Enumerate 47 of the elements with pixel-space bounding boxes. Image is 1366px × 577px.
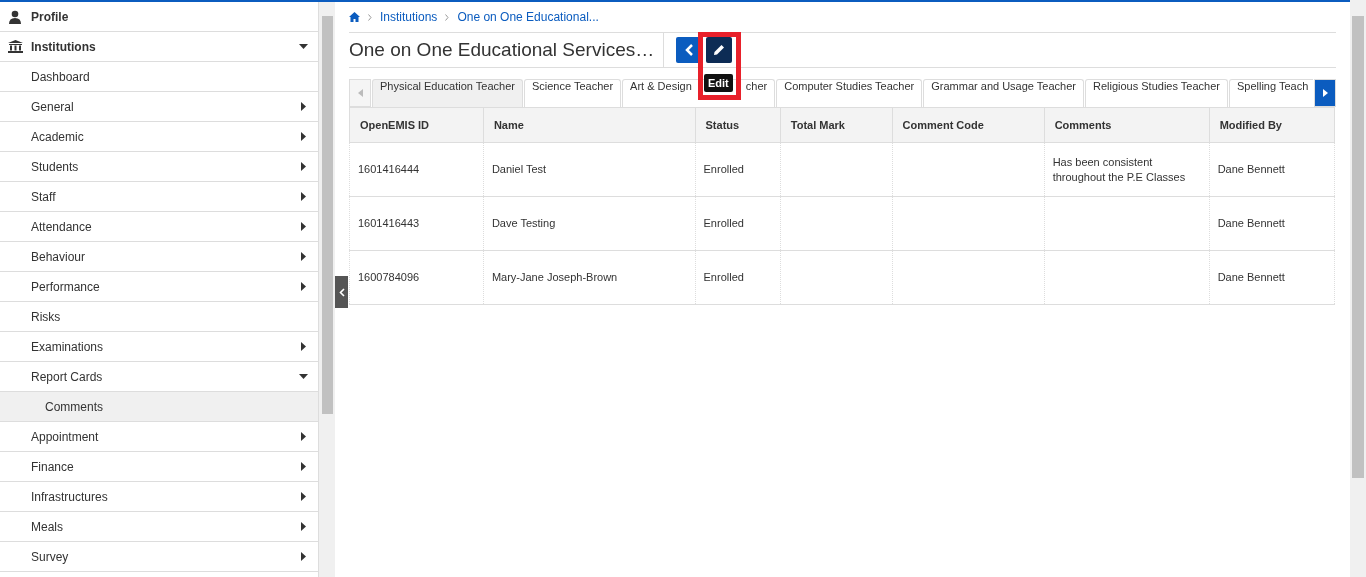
tab[interactable]: Physical Education Teacher bbox=[372, 79, 523, 107]
tab[interactable]: Spelling Teach bbox=[1228, 79, 1313, 107]
tooltip: Edit bbox=[704, 74, 733, 92]
column-header: Total Mark bbox=[780, 107, 893, 143]
table-cell: Mary-Jane Joseph-Brown bbox=[491, 271, 618, 283]
home-icon[interactable] bbox=[349, 12, 360, 22]
breadcrumb-link[interactable]: Institutions bbox=[380, 10, 438, 24]
chevron-icon bbox=[368, 13, 372, 21]
table-cell: Enrolled bbox=[703, 217, 744, 229]
column-header: Status bbox=[695, 107, 781, 143]
edit-button[interactable] bbox=[706, 37, 732, 63]
tab-scroll-right[interactable] bbox=[1314, 79, 1336, 107]
table-cell: Has been consistent throughout the P.E Classes bbox=[1052, 155, 1186, 183]
column-header: OpenEMIS ID bbox=[349, 107, 484, 143]
tab[interactable]: Computer Studies Teacher bbox=[776, 79, 923, 107]
scrollbar[interactable] bbox=[319, 2, 335, 577]
triangle-right-icon bbox=[1322, 89, 1328, 97]
column-header: Modified By bbox=[1209, 107, 1335, 143]
table-cell: Enrolled bbox=[703, 163, 744, 175]
breadcrumb-link[interactable]: One on One Educational... bbox=[457, 10, 599, 24]
chevron-icon bbox=[445, 13, 450, 21]
table-cell: Daniel Test bbox=[491, 163, 547, 175]
tab[interactable]: Science Teacher bbox=[523, 79, 622, 107]
table-cell: 1601416443 bbox=[358, 217, 420, 229]
column-header: Comments bbox=[1044, 107, 1210, 143]
column-header: Comment Code bbox=[892, 107, 1045, 143]
chevron-left-icon bbox=[338, 287, 345, 297]
table-cell: Dane Bennett bbox=[1217, 271, 1285, 283]
table-cell: Dave Testing bbox=[491, 217, 556, 229]
column-header: Name bbox=[483, 107, 695, 143]
sidebar-item[interactable]: Comments bbox=[0, 392, 318, 422]
triangle-left-icon bbox=[357, 89, 363, 97]
chevron-left-icon bbox=[684, 44, 694, 56]
table-cell: Enrolled bbox=[703, 271, 744, 283]
table-cell: 1600784096 bbox=[358, 271, 420, 283]
tab[interactable]: Grammar and Usage Teacher bbox=[923, 79, 1084, 107]
table-cell: Dane Bennett bbox=[1217, 217, 1285, 229]
highlight-frame bbox=[698, 32, 741, 100]
table-cell: 1601416444 bbox=[358, 163, 420, 175]
scrollbar[interactable] bbox=[1350, 0, 1366, 577]
collapse-button[interactable] bbox=[335, 276, 348, 308]
pencil-icon bbox=[713, 44, 725, 56]
bank-icon bbox=[8, 40, 23, 53]
tab[interactable]: Religious Studies Teacher bbox=[1084, 79, 1228, 107]
person-icon bbox=[8, 9, 22, 24]
page-title: One on One Educational Services… bbox=[349, 33, 664, 67]
table-cell: Dane Bennett bbox=[1217, 163, 1285, 175]
